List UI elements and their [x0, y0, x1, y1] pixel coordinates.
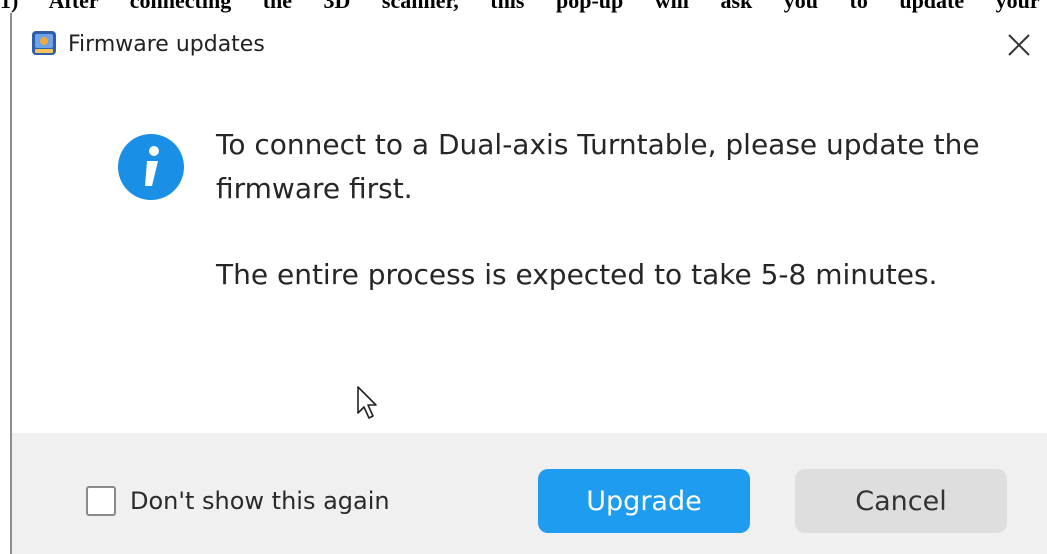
- info-icon: [118, 134, 184, 200]
- dialog-message: To connect to a Dual-axis Turntable, ple…: [216, 123, 1016, 297]
- message-line-2: The entire process is expected to take 5…: [216, 258, 938, 291]
- firmware-update-dialog: Firmware updates To connect to a Dual-ax…: [10, 13, 1047, 554]
- message-line-1: To connect to a Dual-axis Turntable, ple…: [216, 128, 980, 205]
- document-text-line: 1) After connecting the 3D scanner, this…: [0, 0, 1040, 13]
- cancel-button[interactable]: Cancel: [795, 469, 1007, 533]
- dialog-title: Firmware updates: [68, 32, 265, 57]
- dialog-footer: Don't show this again Upgrade Cancel: [12, 433, 1047, 554]
- dialog-titlebar: Firmware updates: [12, 13, 1047, 78]
- upgrade-button[interactable]: Upgrade: [538, 469, 750, 533]
- close-icon[interactable]: [1005, 31, 1033, 59]
- dont-show-again-label: Don't show this again: [130, 487, 390, 515]
- dont-show-again-toggle[interactable]: Don't show this again: [86, 483, 390, 519]
- cursor-icon: [356, 385, 378, 421]
- app-icon: [32, 31, 56, 55]
- screenshot: 1) After connecting the 3D scanner, this…: [0, 0, 1047, 554]
- dont-show-again-checkbox[interactable]: [86, 486, 116, 516]
